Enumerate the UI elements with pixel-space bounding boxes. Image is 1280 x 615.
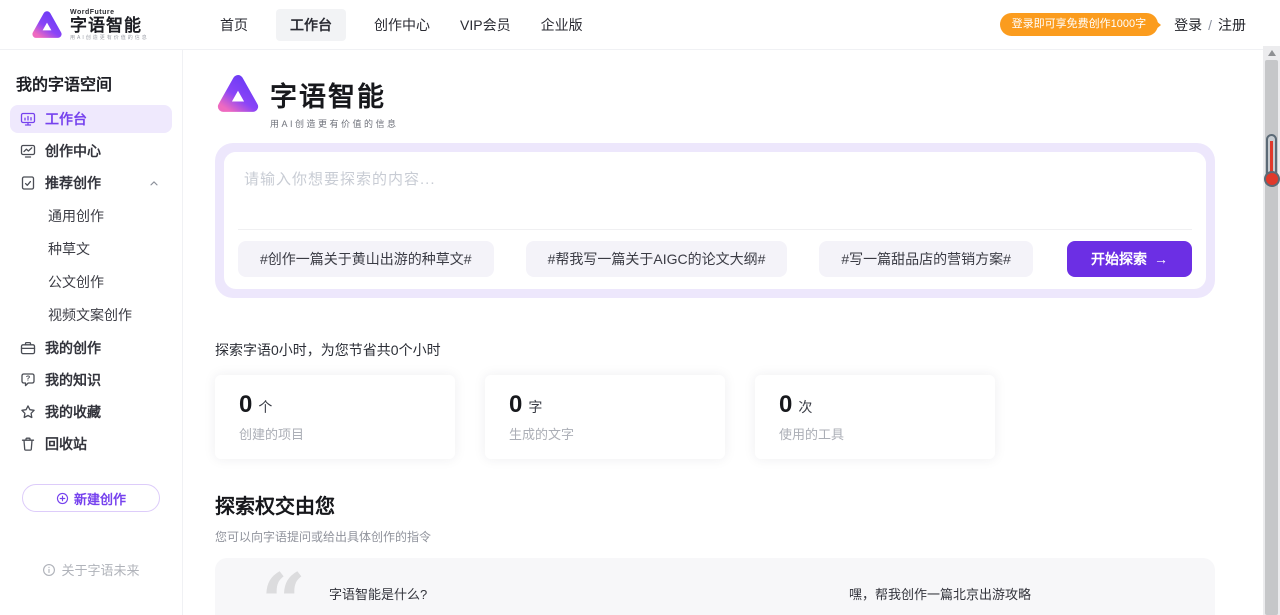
stat-label: 生成的文字 <box>509 424 701 443</box>
start-explore-label: 开始探索 <box>1091 249 1147 269</box>
sidebar-item-label: 我的收藏 <box>45 402 101 422</box>
sidebar-item-my-favorites[interactable]: 我的收藏 <box>10 398 172 426</box>
sidebar-item-my-knowledge[interactable]: ? 我的知识 <box>10 366 172 394</box>
new-creation-button[interactable]: 新建创作 <box>22 484 160 512</box>
brand-name: 字语智能 <box>70 17 149 34</box>
trash-icon <box>20 436 36 452</box>
monitor-chart-icon <box>20 143 36 159</box>
about-wordfuture-link[interactable]: 关于字语未来 <box>0 560 182 579</box>
sidebar-item-my-creations[interactable]: 我的创作 <box>10 334 172 362</box>
sidebar-item-label: 我的知识 <box>45 370 101 390</box>
sidebar-subitem-seeding-article[interactable]: 种草文 <box>10 235 172 263</box>
main-content: 字语智能 用AI创造更有价值的信息 #创作一篇关于黄山出游的种草文# #帮我写一… <box>184 50 1263 615</box>
stat-card-words: 0 字 生成的文字 <box>485 375 725 459</box>
chevron-up-icon[interactable] <box>148 177 160 189</box>
stat-unit: 次 <box>798 397 812 417</box>
sidebar-title: 我的字语空间 <box>16 71 182 95</box>
about-wordfuture-label: 关于字语未来 <box>61 560 139 579</box>
stat-label: 创建的项目 <box>239 424 431 443</box>
hero-logo-block: 字语智能 用AI创造更有价值的信息 <box>215 73 399 130</box>
example-prompt-right[interactable]: 嘿，帮我创作一篇北京出游攻略 <box>849 584 1031 603</box>
sidebar-subitem-video-copywriting[interactable]: 视频文案创作 <box>10 301 172 329</box>
nav-item-vip[interactable]: VIP会员 <box>458 9 513 41</box>
stats-summary-text: 探索字语0小时，为您节省共0个小时 <box>215 340 441 360</box>
brand-sub-tagline: 用AI创造更有价值的信息 <box>70 36 149 41</box>
stat-value: 0 <box>779 391 792 419</box>
stat-card-projects: 0 个 创建的项目 <box>215 375 455 459</box>
section-subtitle: 您可以向字语提问或给出具体创作的指令 <box>215 528 431 545</box>
brand-word-future: WordFuture <box>70 9 149 16</box>
auth-links: 登录 / 注册 <box>1174 15 1246 35</box>
register-link[interactable]: 注册 <box>1218 15 1246 35</box>
suggestion-chip-dessert-marketing[interactable]: #写一篇甜品店的营销方案# <box>819 241 1033 277</box>
sidebar-item-label: 工作台 <box>45 109 87 129</box>
sidebar-item-workbench[interactable]: 工作台 <box>10 105 172 133</box>
example-prompts-card: “ 字语智能是什么? 嘿，帮我创作一篇北京出游攻略 <box>215 558 1215 615</box>
start-explore-button[interactable]: 开始探索 → <box>1067 241 1192 277</box>
sidebar: 我的字语空间 工作台 创作中心 推荐创作 通用创作 种草文 <box>0 50 183 615</box>
suggestion-chip-huangshan[interactable]: #创作一篇关于黄山出游的种草文# <box>238 241 494 277</box>
sidebar-subitem-general-creation[interactable]: 通用创作 <box>10 202 172 230</box>
star-icon <box>20 404 36 420</box>
sidebar-item-recycle-bin[interactable]: 回收站 <box>10 430 172 458</box>
stat-unit: 字 <box>528 397 542 417</box>
briefcase-icon <box>20 340 36 356</box>
sidebar-item-recommended-creation[interactable]: 推荐创作 <box>10 169 172 197</box>
sidebar-item-label: 回收站 <box>45 434 87 454</box>
example-prompt-left[interactable]: 字语智能是什么? <box>329 584 427 603</box>
top-nav: 首页 工作台 创作中心 VIP会员 企业版 <box>218 9 585 41</box>
monitor-icon <box>20 111 36 127</box>
chat-question-icon: ? <box>20 372 36 388</box>
brand-logo-block[interactable]: WordFuture 字语智能 用AI创造更有价值的信息 <box>30 9 180 41</box>
scrollbar[interactable] <box>1263 46 1280 615</box>
top-navbar: WordFuture 字语智能 用AI创造更有价值的信息 首页 工作台 创作中心… <box>0 0 1280 50</box>
brand-triangle-icon <box>30 10 64 40</box>
sidebar-subitem-official-doc[interactable]: 公文创作 <box>10 268 172 296</box>
sidebar-item-label: 推荐创作 <box>45 173 101 193</box>
hero-triangle-icon <box>215 73 261 115</box>
nav-item-home[interactable]: 首页 <box>218 9 250 41</box>
info-circle-icon <box>42 563 56 577</box>
section-title: 探索权交由您 <box>215 490 431 519</box>
thermometer-icon <box>1264 134 1279 192</box>
brand-text: WordFuture 字语智能 用AI创造更有价值的信息 <box>70 9 149 41</box>
header-right: 登录即可享免费创作1000字 登录 / 注册 <box>1000 13 1246 36</box>
nav-item-workbench[interactable]: 工作台 <box>276 9 346 41</box>
stat-label: 使用的工具 <box>779 424 971 443</box>
auth-divider: / <box>1208 17 1212 33</box>
sidebar-item-label: 我的创作 <box>45 338 101 358</box>
stat-value: 0 <box>509 391 522 419</box>
search-input[interactable] <box>224 152 1206 229</box>
sidebar-item-creation-center[interactable]: 创作中心 <box>10 137 172 165</box>
quote-icon: “ <box>261 564 306 615</box>
hero-tagline: 用AI创造更有价值的信息 <box>270 117 399 130</box>
login-link[interactable]: 登录 <box>1174 15 1202 35</box>
new-creation-label: 新建创作 <box>74 489 126 508</box>
nav-item-enterprise[interactable]: 企业版 <box>539 9 585 41</box>
stat-card-tools: 0 次 使用的工具 <box>755 375 995 459</box>
scrollbar-up-arrow-icon[interactable] <box>1268 50 1276 56</box>
plus-circle-icon <box>56 492 69 505</box>
stat-value: 0 <box>239 391 252 419</box>
explore-section-header: 探索权交由您 您可以向字语提问或给出具体创作的指令 <box>215 490 431 545</box>
svg-text:?: ? <box>26 374 31 383</box>
sidebar-item-label: 创作中心 <box>45 141 101 161</box>
arrow-right-icon: → <box>1154 251 1168 267</box>
hero-text: 字语智能 用AI创造更有价值的信息 <box>270 73 399 130</box>
nav-item-creation-center[interactable]: 创作中心 <box>372 9 432 41</box>
login-promo-badge[interactable]: 登录即可享免费创作1000字 <box>1000 13 1158 36</box>
doc-check-icon <box>20 175 36 191</box>
suggestion-chips-row: #创作一篇关于黄山出游的种草文# #帮我写一篇关于AIGC的论文大纲# #写一篇… <box>224 230 1206 289</box>
hero-title: 字语智能 <box>270 75 399 114</box>
stats-cards-row: 0 个 创建的项目 0 字 生成的文字 0 次 使用的工具 <box>215 375 995 459</box>
suggestion-chip-aigc-outline[interactable]: #帮我写一篇关于AIGC的论文大纲# <box>526 241 788 277</box>
stat-unit: 个 <box>258 397 272 417</box>
search-panel: #创作一篇关于黄山出游的种草文# #帮我写一篇关于AIGC的论文大纲# #写一篇… <box>215 143 1215 298</box>
search-inner: #创作一篇关于黄山出游的种草文# #帮我写一篇关于AIGC的论文大纲# #写一篇… <box>224 152 1206 289</box>
